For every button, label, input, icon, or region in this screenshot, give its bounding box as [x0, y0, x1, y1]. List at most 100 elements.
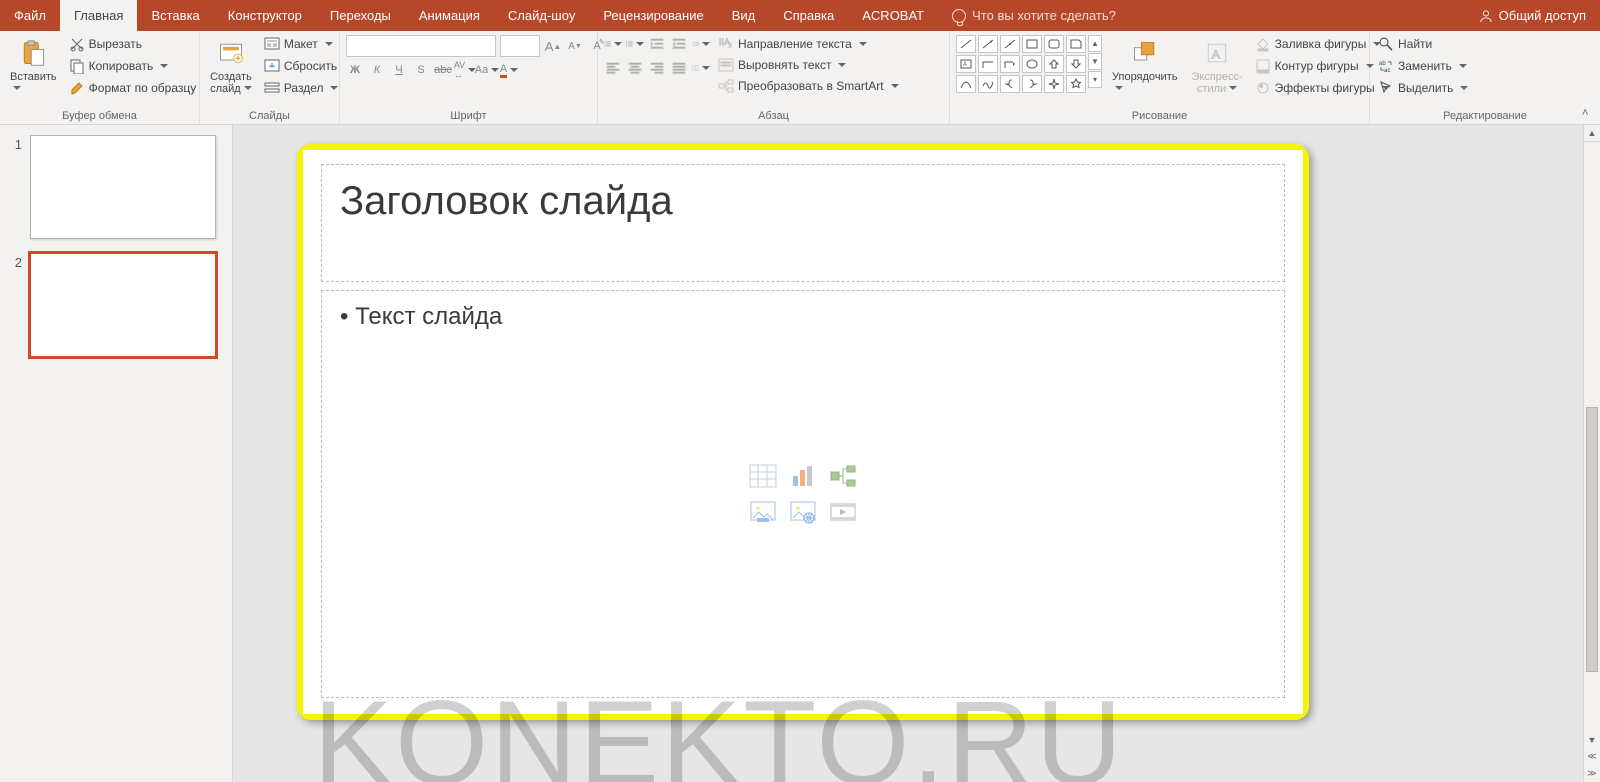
- paste-button[interactable]: Вставить: [6, 35, 61, 97]
- shape-star4[interactable]: [1044, 75, 1064, 93]
- gallery-up[interactable]: ▲: [1088, 35, 1102, 52]
- shape-textbox[interactable]: A: [956, 55, 976, 73]
- shape-curve[interactable]: [956, 75, 976, 93]
- smartart-button[interactable]: Преобразовать в SmartArt: [716, 77, 901, 95]
- shape-oval[interactable]: [1022, 55, 1042, 73]
- slide-canvas-area[interactable]: Заголовок слайда Текст слайда KONEKTO.RU: [233, 125, 1600, 782]
- tab-transitions[interactable]: Переходы: [316, 0, 405, 31]
- tab-insert[interactable]: Вставка: [137, 0, 213, 31]
- tab-slideshow[interactable]: Слайд-шоу: [494, 0, 589, 31]
- numbering-button[interactable]: 123: [626, 35, 644, 53]
- shape-rect[interactable]: [1022, 35, 1042, 53]
- bullets-button[interactable]: [604, 35, 622, 53]
- slide-thumbnail-1[interactable]: [30, 135, 216, 239]
- shape-arrow-down[interactable]: [1066, 55, 1086, 73]
- bold-button[interactable]: Ж: [346, 61, 364, 79]
- section-label: Раздел: [284, 81, 324, 95]
- quick-styles-button[interactable]: A Экспресс-стили: [1187, 35, 1246, 97]
- shape-line[interactable]: [956, 35, 976, 53]
- insert-chart-icon[interactable]: [786, 461, 820, 491]
- shape-round-rect[interactable]: [1044, 35, 1064, 53]
- shape-brace-l[interactable]: [1000, 75, 1020, 93]
- gallery-more[interactable]: ▾: [1088, 71, 1102, 88]
- scroll-down-button[interactable]: ▼: [1584, 731, 1600, 748]
- new-slide-label: Создать слайд: [210, 71, 252, 95]
- insert-smartart-icon[interactable]: [826, 461, 860, 491]
- gallery-down[interactable]: ▼: [1088, 53, 1102, 70]
- shape-star5[interactable]: [1066, 75, 1086, 93]
- content-placeholder[interactable]: Текст слайда: [321, 290, 1285, 698]
- tab-home[interactable]: Главная: [60, 0, 137, 31]
- new-slide-button[interactable]: Создать слайд: [206, 35, 256, 97]
- increase-indent-button[interactable]: [670, 35, 688, 53]
- reset-button[interactable]: Сбросить: [262, 57, 341, 75]
- shape-freeform[interactable]: [978, 75, 998, 93]
- next-slide-button[interactable]: ≫: [1584, 765, 1600, 782]
- collapse-ribbon-button[interactable]: ˄: [1582, 107, 1596, 121]
- group-drawing-label: Рисование: [956, 108, 1363, 124]
- slide[interactable]: Заголовок слайда Текст слайда: [303, 150, 1303, 714]
- copy-icon: [69, 58, 85, 74]
- tab-design[interactable]: Конструктор: [214, 0, 316, 31]
- shape-l-arrow[interactable]: [1000, 55, 1020, 73]
- align-text-button[interactable]: Выровнять текст: [716, 56, 901, 74]
- lightbulb-icon: [952, 9, 966, 23]
- tab-acrobat[interactable]: ACROBAT: [848, 0, 938, 31]
- line-spacing-button[interactable]: [692, 35, 710, 53]
- scroll-up-button[interactable]: ▲: [1584, 125, 1600, 142]
- insert-table-icon[interactable]: [746, 461, 780, 491]
- shape-l-elbow[interactable]: [978, 55, 998, 73]
- tab-review[interactable]: Рецензирование: [589, 0, 717, 31]
- layout-button[interactable]: Макет: [262, 35, 341, 53]
- cut-button[interactable]: Вырезать: [67, 35, 199, 53]
- tab-animation[interactable]: Анимация: [405, 0, 494, 31]
- scroll-track[interactable]: [1584, 142, 1600, 731]
- char-spacing-button[interactable]: AV↔: [456, 61, 474, 79]
- insert-picture-icon[interactable]: [746, 497, 780, 527]
- strike-button[interactable]: abc: [434, 61, 452, 79]
- copy-button[interactable]: Копировать: [67, 57, 199, 75]
- replace-button[interactable]: abac Заменить: [1376, 57, 1469, 75]
- tab-help[interactable]: Справка: [769, 0, 848, 31]
- shape-connector[interactable]: [1000, 35, 1020, 53]
- text-direction-button[interactable]: IIA Направление текста: [716, 35, 901, 53]
- justify-button[interactable]: [670, 59, 688, 77]
- underline-button[interactable]: Ч: [390, 61, 408, 79]
- find-button[interactable]: Найти: [1376, 35, 1434, 53]
- font-family-combo[interactable]: [346, 35, 496, 57]
- tell-me-search[interactable]: Что вы хотите сделать?: [952, 0, 1116, 31]
- shadow-button[interactable]: S: [412, 61, 430, 79]
- italic-button[interactable]: К: [368, 61, 386, 79]
- columns-button[interactable]: [692, 59, 710, 77]
- shape-arrow-up[interactable]: [1044, 55, 1064, 73]
- decrease-indent-button[interactable]: [648, 35, 666, 53]
- insert-online-picture-icon[interactable]: [786, 497, 820, 527]
- group-font-label: Шрифт: [346, 108, 591, 124]
- shapes-gallery[interactable]: A: [956, 35, 1086, 93]
- align-left-button[interactable]: [604, 59, 622, 77]
- change-case-button[interactable]: Aa: [478, 61, 496, 79]
- shape-line-arrow[interactable]: [978, 35, 998, 53]
- vertical-scrollbar[interactable]: ▲ ▼ ≪ ≫: [1583, 125, 1600, 782]
- grow-font-button[interactable]: A▲: [544, 37, 562, 55]
- group-clipboard-label: Буфер обмена: [6, 108, 193, 124]
- insert-video-icon[interactable]: [826, 497, 860, 527]
- font-color-button[interactable]: A: [500, 61, 518, 79]
- scroll-thumb[interactable]: [1586, 407, 1598, 672]
- share-button[interactable]: Общий доступ: [1465, 0, 1600, 31]
- section-button[interactable]: Раздел: [262, 79, 341, 97]
- select-button[interactable]: Выделить: [1376, 79, 1470, 97]
- align-right-button[interactable]: [648, 59, 666, 77]
- font-size-combo[interactable]: [500, 35, 540, 57]
- prev-slide-button[interactable]: ≪: [1584, 748, 1600, 765]
- title-placeholder[interactable]: Заголовок слайда: [321, 164, 1285, 282]
- shape-brace-r[interactable]: [1022, 75, 1042, 93]
- tab-file[interactable]: Файл: [0, 0, 60, 31]
- shape-snip-rect[interactable]: [1066, 35, 1086, 53]
- shrink-font-button[interactable]: A▼: [566, 37, 584, 55]
- format-painter-button[interactable]: Формат по образцу: [67, 79, 199, 97]
- arrange-button[interactable]: Упорядочить: [1108, 35, 1181, 97]
- tab-view[interactable]: Вид: [718, 0, 770, 31]
- slide-thumbnail-2[interactable]: [30, 253, 216, 357]
- align-center-button[interactable]: [626, 59, 644, 77]
